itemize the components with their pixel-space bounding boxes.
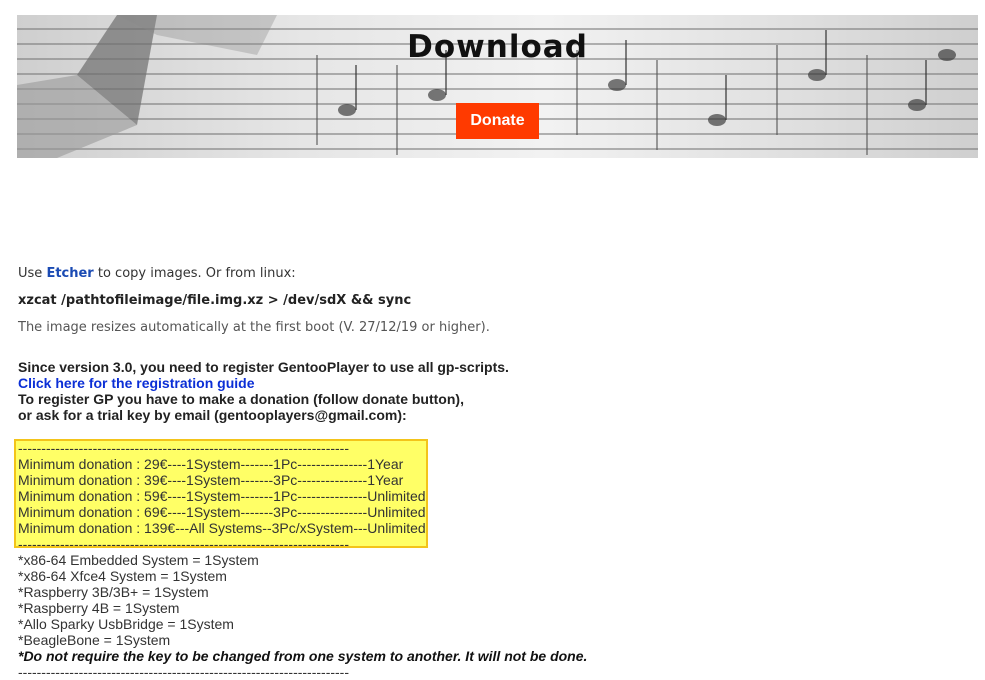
registration-line-1: Since version 3.0, you need to register … [18,359,509,375]
system-list-item: *Raspberry 3B/3B+ = 1System [18,584,209,600]
etcher-instructions: Use Etcher to copy images. Or from linux… [18,266,296,281]
donation-tier-row: Minimum donation : 39€----1System-------… [18,472,404,488]
registration-info: Since version 3.0, you need to register … [18,359,509,423]
download-hero-banner: Download Donate [17,15,978,158]
system-list-item: *x86-64 Xfce4 System = 1System [18,568,227,584]
linux-command: xzcat /pathtofileimage/file.img.xz > /de… [18,293,412,308]
etcher-link[interactable]: Etcher [46,266,93,281]
donation-tier-row: Minimum donation : 29€----1System-------… [18,456,404,472]
donation-tier-row: Minimum donation : 139€---All Systems--3… [18,520,426,536]
donate-button[interactable]: Donate [456,103,539,139]
system-list-item: *BeagleBone = 1System [18,632,171,648]
key-transfer-note: *Do not require the key to be changed fr… [18,648,588,664]
system-list-item: *Raspberry 4B = 1System [18,600,180,616]
registration-line-2: To register GP you have to make a donati… [18,391,464,407]
donation-separator-top: ----------------------------------------… [18,440,350,456]
use-suffix-text: to copy images. Or from linux: [97,266,296,281]
resize-note: The image resizes automatically at the f… [18,320,490,335]
system-list-item: *x86-64 Embedded System = 1System [18,552,259,568]
donation-separator-bottom: ----------------------------------------… [18,536,350,552]
use-prefix-text: Use [18,266,43,281]
registration-guide-link[interactable]: Click here for the registration guide [18,375,509,391]
system-list-item: *Allo Sparky UsbBridge = 1System [18,616,234,632]
registration-line-3: or ask for a trial key by email (gentoop… [18,407,407,423]
donation-tier-row: Minimum donation : 59€----1System-------… [18,488,426,504]
page-title: Download [407,29,588,65]
donation-tier-row: Minimum donation : 69€----1System-------… [18,504,426,520]
